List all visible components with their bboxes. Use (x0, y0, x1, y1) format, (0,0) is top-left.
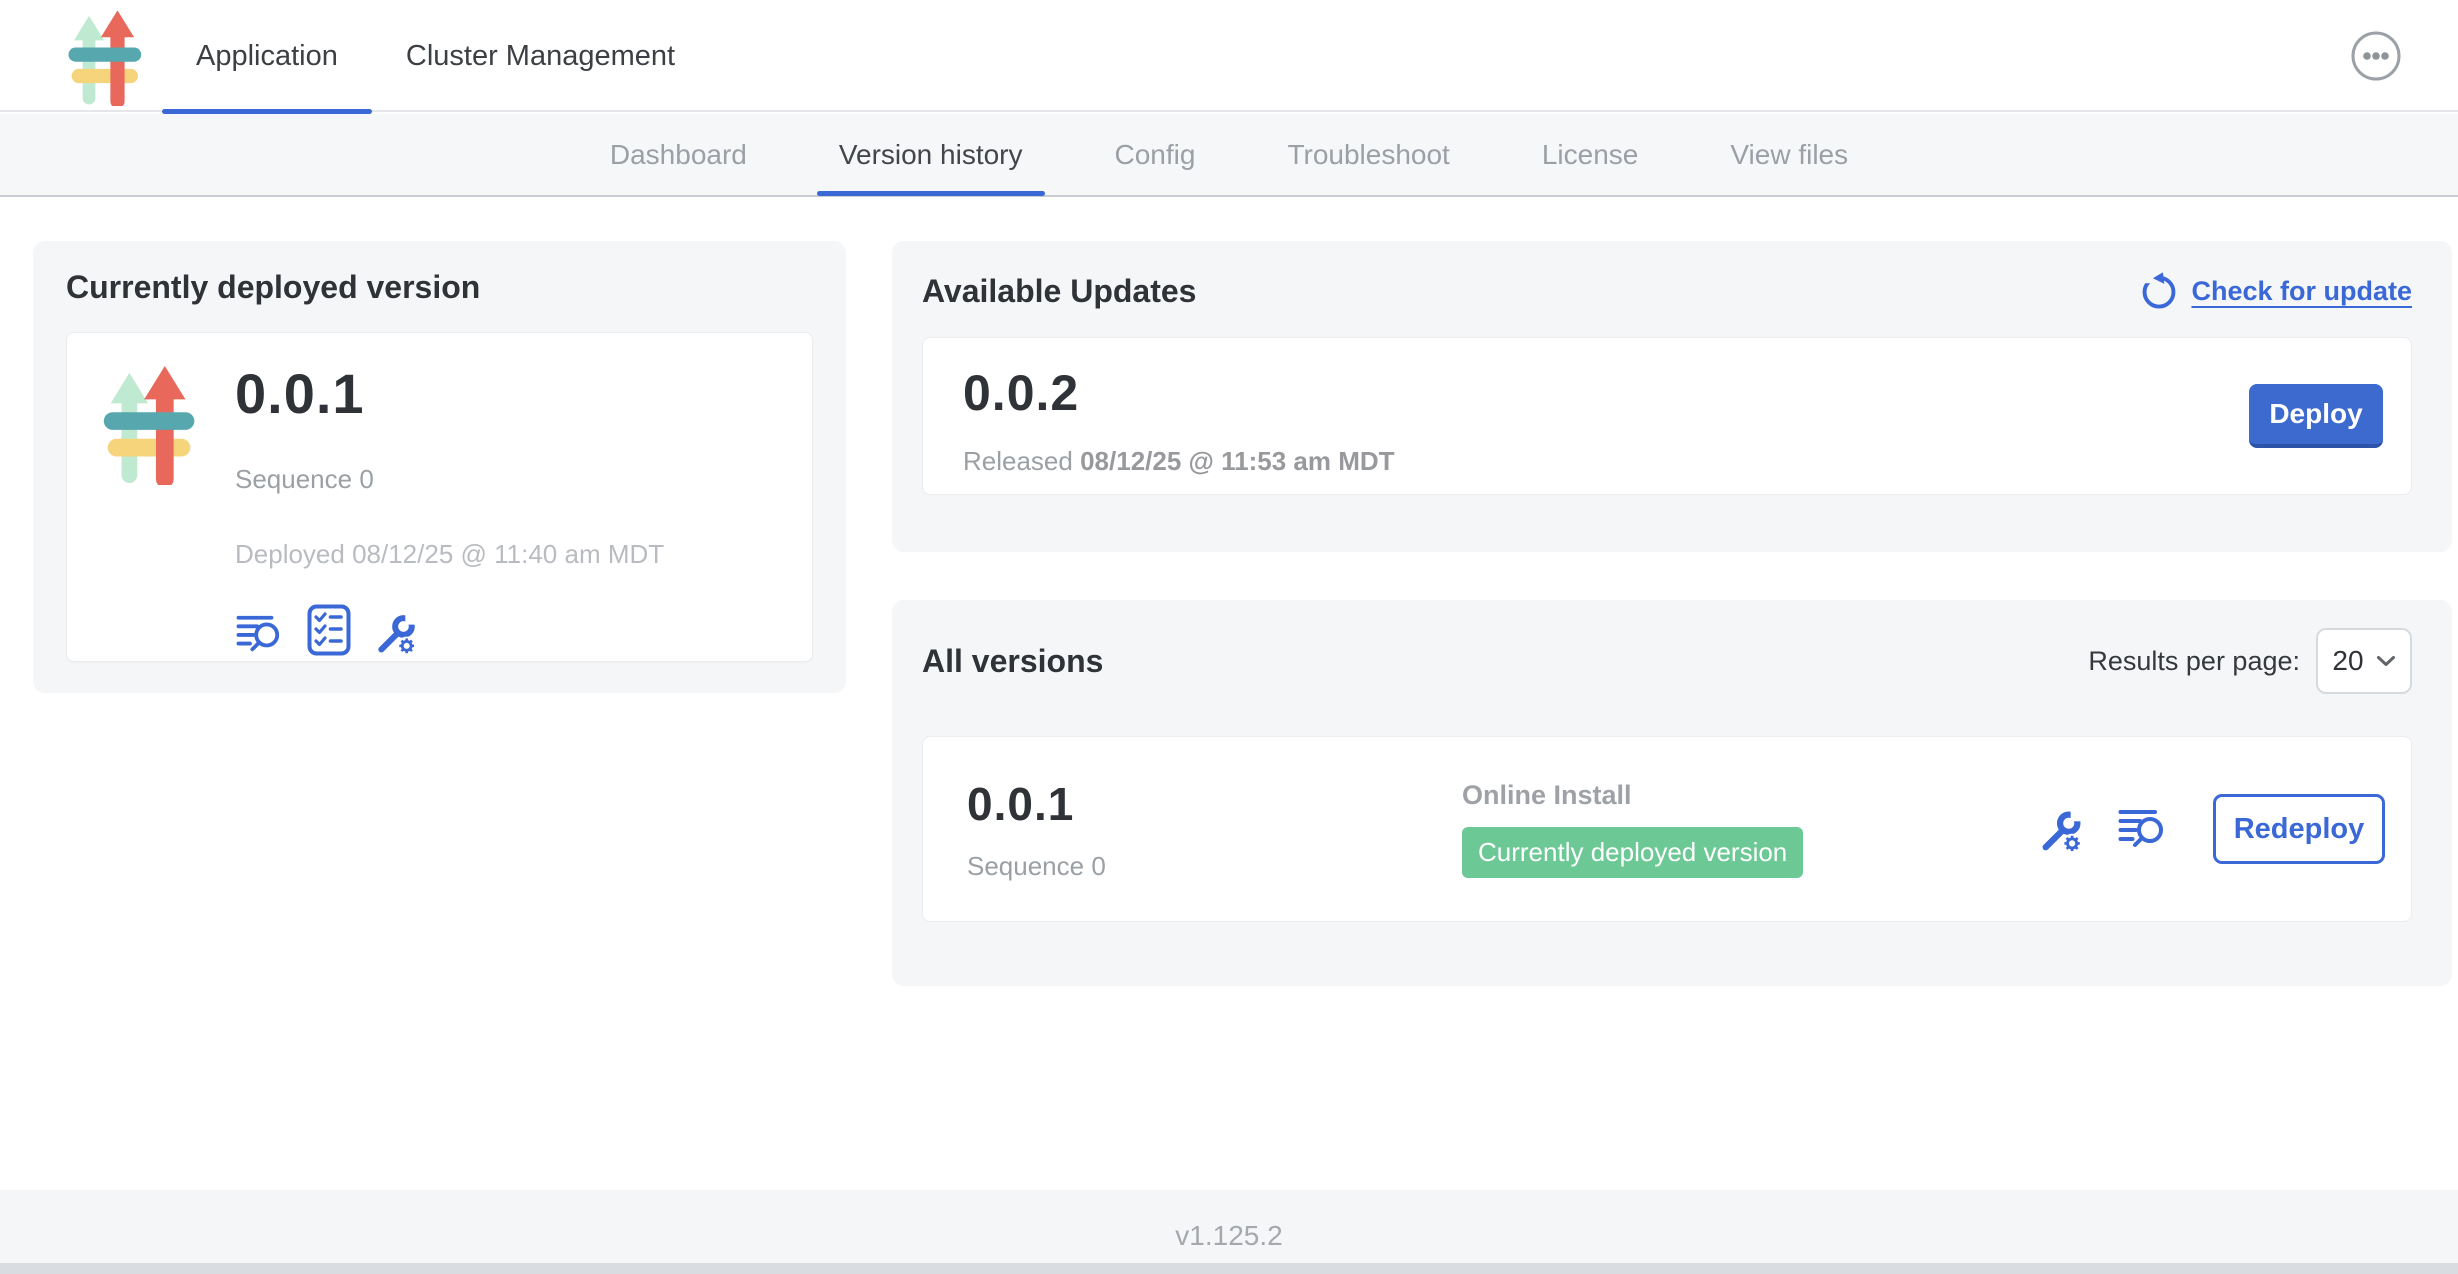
row-version-number: 0.0.1 (967, 777, 1462, 831)
version-row: 0.0.1 Sequence 0 Online Install Currentl… (922, 736, 2412, 922)
released-timestamp: Released 08/12/25 @ 11:53 am MDT (963, 446, 2371, 477)
edit-config-icon (373, 608, 421, 656)
results-per-page-label: Results per page: (2088, 646, 2300, 677)
released-date: 08/12/25 @ 11:53 am MDT (1080, 446, 1394, 476)
deployed-badge: Currently deployed version (1462, 827, 1803, 878)
subnav-tab-license-label: License (1542, 139, 1639, 170)
deployed-sequence-label: Sequence 0 (235, 464, 664, 495)
released-prefix: Released (963, 446, 1073, 476)
ellipsis-circle-icon (2350, 30, 2402, 82)
update-card: 0.0.2 Released 08/12/25 @ 11:53 am MDT D… (922, 337, 2412, 495)
release-notes-icon (235, 612, 285, 656)
chevron-down-icon (2376, 655, 2396, 667)
deploy-button[interactable]: Deploy (2249, 384, 2383, 448)
app-subnav: Dashboard Version history Config Trouble… (0, 114, 2458, 197)
top-nav: Application Cluster Management (0, 0, 2458, 112)
all-versions-header: All versions Results per page: 20 (922, 628, 2412, 694)
overflow-menu-button[interactable] (2350, 30, 2402, 82)
currently-deployed-title: Currently deployed version (66, 269, 813, 306)
row-release-notes-button[interactable] (2117, 806, 2169, 852)
edit-config-button[interactable] (373, 608, 421, 656)
subnav-tab-troubleshoot[interactable]: Troubleshoot (1287, 113, 1449, 196)
version-row-actions: Redeploy (2037, 794, 2385, 864)
results-per-page-value: 20 (2332, 645, 2363, 677)
footer-strip (0, 1263, 2458, 1274)
release-notes-button[interactable] (235, 612, 285, 656)
deployed-version-details: 0.0.1 Sequence 0 Deployed 08/12/25 @ 11:… (235, 361, 664, 633)
deployed-version-number: 0.0.1 (235, 361, 664, 426)
top-nav-tabs: Application Cluster Management (162, 0, 709, 112)
subnav-tab-config[interactable]: Config (1115, 113, 1196, 196)
edit-config-icon (2037, 804, 2087, 854)
tab-application-label: Application (196, 40, 338, 73)
deployed-version-actions (235, 604, 664, 656)
subnav-tab-version-history[interactable]: Version history (839, 113, 1023, 196)
currently-deployed-panel: Currently deployed version 0.0.1 Sequenc… (33, 241, 846, 693)
preflight-checks-icon (307, 604, 351, 656)
version-row-status: Online Install Currently deployed versio… (1462, 780, 2037, 878)
app-logo-icon (66, 8, 150, 106)
tab-cluster-management-label: Cluster Management (406, 40, 675, 73)
admin-console-page: Application Cluster Management Dashboard… (0, 0, 2458, 1274)
subnav-tab-view-files[interactable]: View files (1730, 113, 1848, 196)
row-sequence-label: Sequence 0 (967, 851, 1462, 882)
subnav-tab-troubleshoot-label: Troubleshoot (1287, 139, 1449, 170)
row-edit-config-button[interactable] (2037, 804, 2087, 854)
release-notes-icon (2117, 806, 2169, 852)
results-per-page-select[interactable]: 20 (2316, 628, 2412, 694)
refresh-icon (2139, 271, 2179, 311)
subnav-tab-dashboard[interactable]: Dashboard (610, 113, 747, 196)
check-for-update-label: Check for update (2191, 276, 2412, 307)
available-updates-title: Available Updates (922, 273, 1196, 310)
update-version-number: 0.0.2 (963, 364, 2371, 422)
tab-application[interactable]: Application (162, 0, 372, 112)
subnav-tab-version-history-label: Version history (839, 139, 1023, 170)
subnav-tab-dashboard-label: Dashboard (610, 139, 747, 170)
footer: v1.125.2 (0, 1190, 2458, 1274)
all-versions-panel: All versions Results per page: 20 0.0.1 … (892, 600, 2452, 986)
deployed-timestamp: Deployed 08/12/25 @ 11:40 am MDT (235, 539, 664, 570)
redeploy-button[interactable]: Redeploy (2213, 794, 2385, 864)
all-versions-title: All versions (922, 643, 1103, 680)
deployed-version-card: 0.0.1 Sequence 0 Deployed 08/12/25 @ 11:… (66, 332, 813, 662)
subnav-tab-view-files-label: View files (1730, 139, 1848, 170)
check-for-update-link[interactable]: Check for update (2139, 271, 2412, 311)
subnav-tab-config-label: Config (1115, 139, 1196, 170)
install-type: Online Install (1462, 780, 2037, 811)
preflight-checks-button[interactable] (307, 604, 351, 656)
subnav-tabs: Dashboard Version history Config Trouble… (0, 114, 2458, 195)
available-updates-header: Available Updates Check for update (922, 271, 2412, 311)
app-icon (101, 363, 205, 485)
available-updates-panel: Available Updates Check for update 0.0.2… (892, 241, 2452, 552)
results-per-page: Results per page: 20 (2088, 628, 2412, 694)
subnav-tab-license[interactable]: License (1542, 113, 1639, 196)
console-version: v1.125.2 (1175, 1220, 1282, 1252)
tab-cluster-management[interactable]: Cluster Management (372, 0, 709, 112)
version-row-summary: 0.0.1 Sequence 0 (967, 777, 1462, 882)
